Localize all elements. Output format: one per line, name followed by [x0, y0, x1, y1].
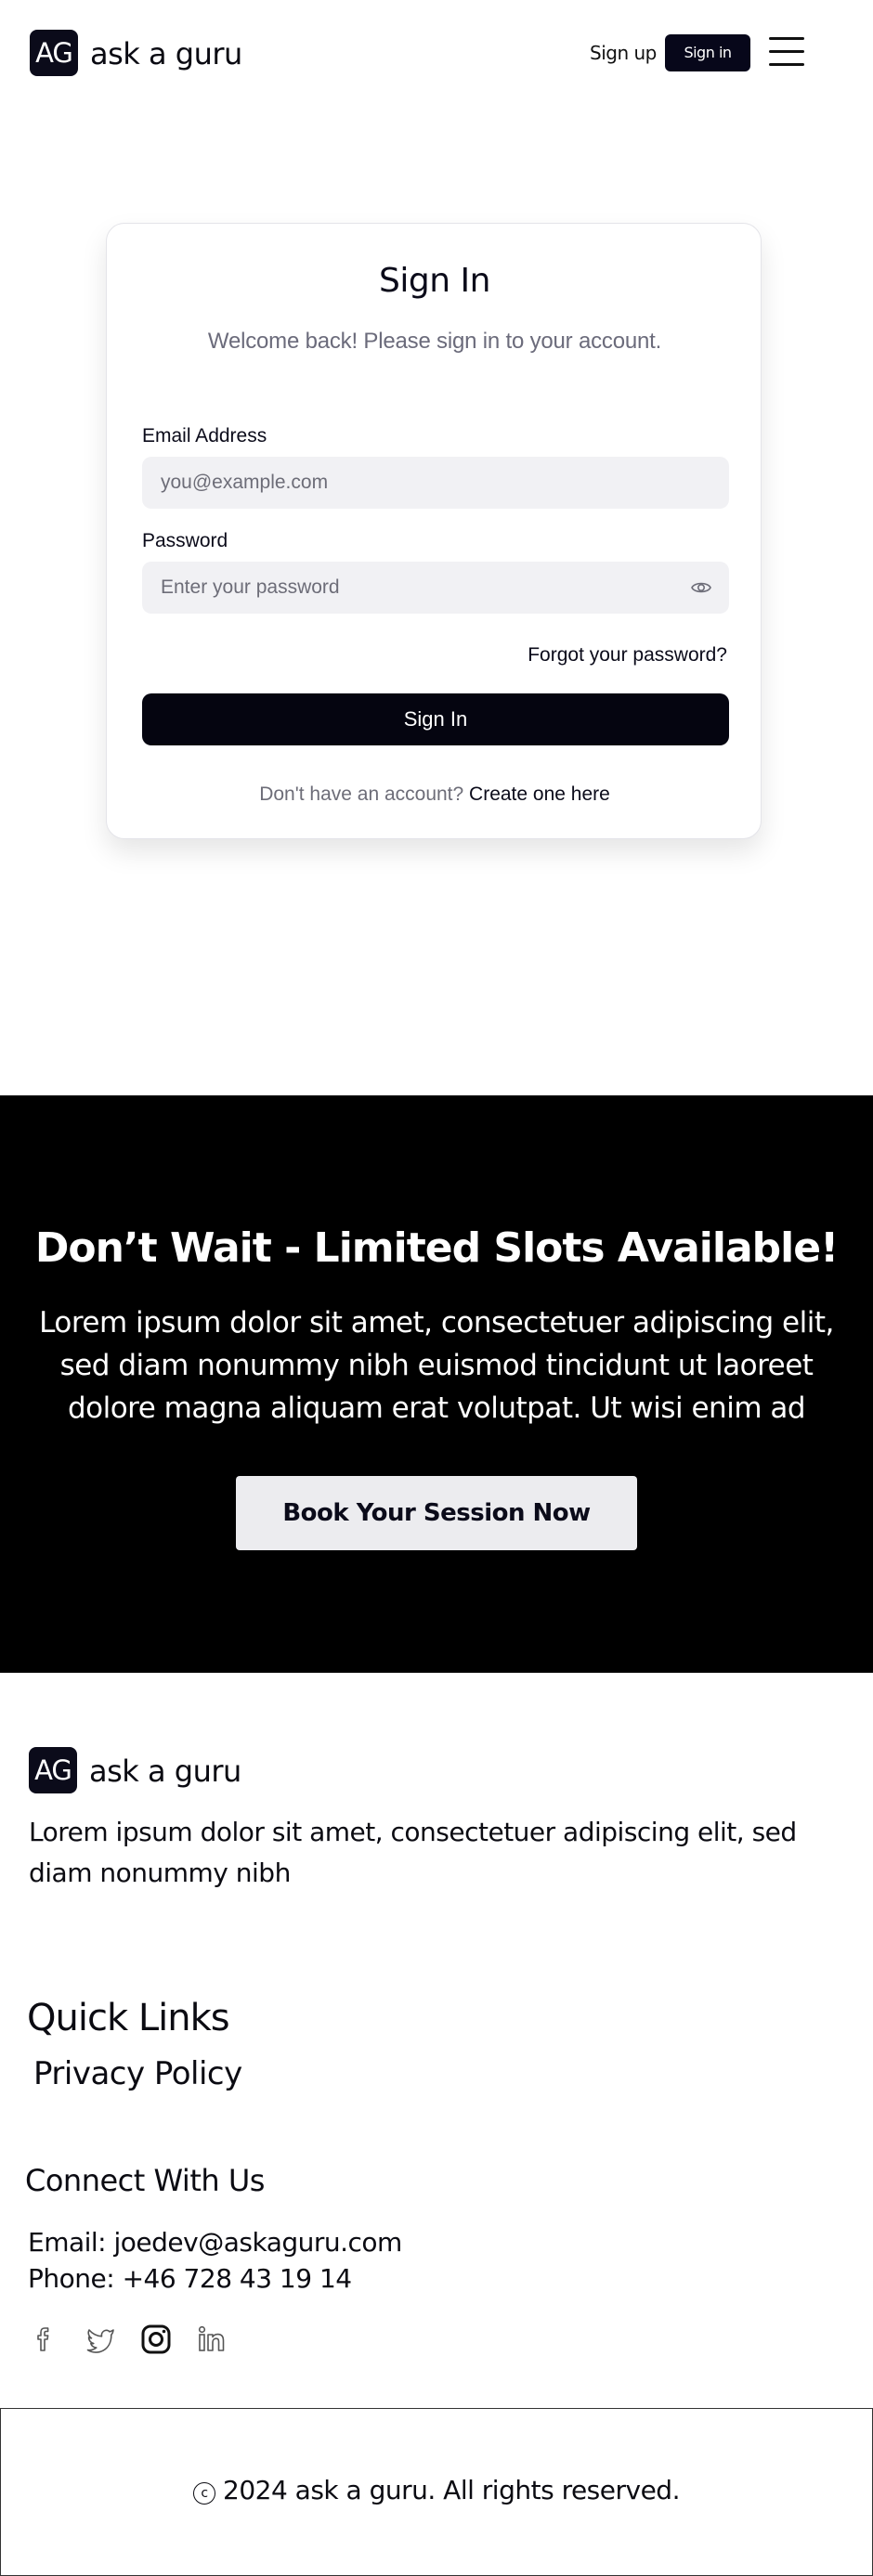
site-header: AG ask a guru Sign up Sign in — [0, 0, 873, 107]
copyright-bar: c 2024 ask a guru. All rights reserved. — [0, 2408, 873, 2576]
no-account-line: Don't have an account? Create one here — [107, 781, 762, 809]
footer-brand-name[interactable]: ask a guru — [89, 1751, 241, 1792]
password-field[interactable]: Enter your password — [142, 562, 729, 614]
footer-description: Lorem ipsum dolor sit amet, consectetuer… — [29, 1817, 797, 1888]
copyright-icon: c — [193, 2482, 216, 2505]
hamburger-menu-icon[interactable] — [767, 35, 806, 69]
facebook-icon[interactable] — [26, 2321, 63, 2358]
linkedin-icon[interactable] — [193, 2321, 230, 2358]
email-field[interactable]: you@example.com — [142, 457, 729, 509]
copyright-text: 2024 ask a guru. All rights reserved. — [223, 2475, 680, 2505]
book-session-button[interactable]: Book Your Session Now — [236, 1476, 637, 1550]
contact-phone[interactable]: Phone: +46 728 43 19 14 — [28, 2260, 352, 2298]
sign-up-link[interactable]: Sign up — [590, 39, 657, 67]
sign-in-submit-button[interactable]: Sign In — [142, 693, 729, 745]
cta-title: Don’t Wait - Limited Slots Available! — [34, 1224, 839, 1272]
email-placeholder: you@example.com — [161, 472, 329, 493]
no-account-text: Don't have an account? — [259, 783, 464, 805]
connect-title: Connect With Us — [25, 2163, 265, 2198]
quick-links-title: Quick Links — [27, 1997, 230, 2039]
sign-in-title: Sign In — [379, 262, 490, 300]
email-label: Email Address — [142, 425, 267, 447]
cta-text: Lorem ipsum dolor sit amet, consectetuer… — [39, 1306, 834, 1425]
privacy-policy-link[interactable]: Privacy Policy — [33, 2052, 242, 2096]
create-account-link[interactable]: Create one here — [469, 783, 610, 805]
sign-in-card: Sign In Welcome back! Please sign in to … — [106, 223, 762, 839]
footer-logo-mark[interactable]: AG — [29, 1747, 77, 1793]
logo-mark[interactable]: AG — [30, 30, 78, 76]
sign-in-button[interactable]: Sign in — [665, 34, 750, 71]
forgot-password-link[interactable]: Forgot your password? — [528, 641, 727, 669]
password-placeholder: Enter your password — [161, 576, 340, 598]
sign-in-subtitle: Welcome back! Please sign in to your acc… — [207, 329, 662, 354]
copyright: c 2024 ask a guru. All rights reserved. — [1, 2472, 872, 2509]
instagram-icon[interactable] — [137, 2321, 175, 2358]
eye-icon[interactable] — [690, 577, 712, 598]
brand-name[interactable]: ask a guru — [90, 33, 242, 74]
cta-section: Don’t Wait - Limited Slots Available! Lo… — [0, 1095, 873, 1673]
password-label: Password — [142, 530, 228, 551]
contact-email[interactable]: Email: joedev@askaguru.com — [28, 2224, 402, 2261]
twitter-icon[interactable] — [82, 2321, 119, 2358]
